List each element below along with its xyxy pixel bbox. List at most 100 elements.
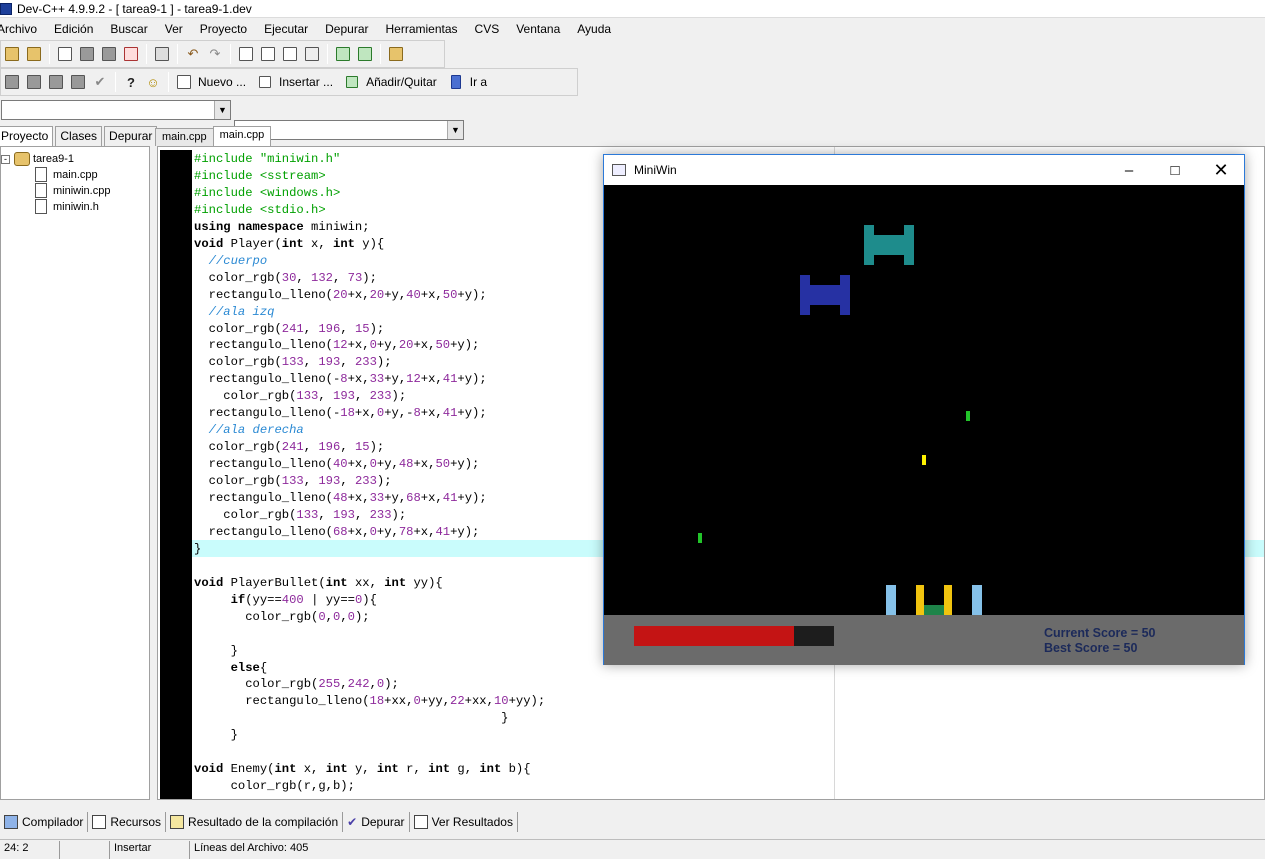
miniwin-window[interactable]: MiniWin – □ ✕ Current Score = 50 Best Sc… bbox=[603, 154, 1245, 665]
new-file-icon[interactable] bbox=[55, 44, 75, 64]
tab-main-cpp-active[interactable]: main.cpp bbox=[212, 126, 272, 146]
chevron-down-icon[interactable]: ▼ bbox=[214, 101, 230, 119]
tab-ver-resultados[interactable]: Ver Resultados bbox=[410, 812, 518, 832]
collapse-icon[interactable]: - bbox=[1, 154, 10, 164]
insertar-button[interactable]: Insertar ... bbox=[279, 75, 333, 89]
open-project-icon[interactable] bbox=[2, 44, 22, 64]
tab-recursos[interactable]: Recursos bbox=[88, 812, 167, 832]
redo-icon[interactable]: ↷ bbox=[205, 44, 225, 64]
enemy-blue-body bbox=[810, 285, 840, 305]
code-line: using namespace miniwin; bbox=[194, 219, 370, 234]
spacer bbox=[60, 840, 110, 859]
secondary-toolbar: ✔ ? ☺ Nuevo ... Insertar ... Añadir/Quit… bbox=[0, 68, 578, 96]
run-icon[interactable] bbox=[24, 72, 44, 92]
tab-resultado[interactable]: Resultado de la compilación bbox=[166, 812, 344, 832]
enemy-bullet bbox=[966, 411, 970, 421]
menu-proyecto[interactable]: Proyecto bbox=[200, 22, 247, 36]
current-score: Current Score = 50 bbox=[1044, 626, 1156, 640]
compiler-icon bbox=[4, 815, 18, 829]
best-score: Best Score = 50 bbox=[1044, 641, 1138, 655]
ir-a-button[interactable]: Ir a bbox=[470, 75, 487, 89]
code-line: color_rgb(133, 193, 233); bbox=[194, 474, 392, 489]
class-combo[interactable]: ▼ bbox=[1, 100, 231, 120]
code-line: color_rgb(30, 132, 73); bbox=[194, 270, 377, 285]
find-icon[interactable] bbox=[236, 44, 256, 64]
replace-icon[interactable] bbox=[258, 44, 278, 64]
tab-ver-resultados-label: Ver Resultados bbox=[431, 815, 513, 829]
menu-ver[interactable]: Ver bbox=[165, 22, 183, 36]
menu-ventana[interactable]: Ventana bbox=[516, 22, 560, 36]
tab-main-cpp[interactable]: main.cpp bbox=[155, 128, 214, 146]
tab-proyecto[interactable]: Proyecto bbox=[0, 126, 54, 146]
tree-root[interactable]: - tarea9-1 bbox=[1, 152, 74, 166]
editor-gutter bbox=[160, 150, 192, 799]
menu-depurar[interactable]: Depurar bbox=[325, 22, 368, 36]
maximize-icon[interactable]: □ bbox=[1152, 155, 1198, 185]
code-line: color_rgb(241, 196, 15); bbox=[194, 440, 385, 455]
tree-file[interactable]: miniwin.h bbox=[35, 199, 99, 214]
menu-bar: Archivo Edición Buscar Ver Proyecto Ejec… bbox=[0, 18, 1265, 40]
file-icon bbox=[35, 167, 47, 182]
project-options-icon[interactable] bbox=[386, 44, 406, 64]
code-line: rectangulo_lleno(-18+x,0+y,-8+x,41+y); bbox=[194, 406, 487, 421]
code-line: } bbox=[194, 728, 238, 743]
menu-cvs[interactable]: CVS bbox=[475, 22, 500, 36]
tree-file[interactable]: miniwin.cpp bbox=[35, 183, 110, 198]
tree-file[interactable]: main.cpp bbox=[35, 167, 98, 182]
code-line: //ala derecha bbox=[194, 423, 304, 438]
menu-edicion[interactable]: Edición bbox=[54, 22, 93, 36]
enemy-teal bbox=[864, 225, 874, 265]
game-canvas[interactable] bbox=[604, 185, 1244, 615]
add-to-project-icon[interactable] bbox=[333, 44, 353, 64]
tab-depurar[interactable]: Depurar bbox=[104, 126, 158, 146]
save-icon[interactable] bbox=[77, 44, 97, 64]
game-hud: Current Score = 50 Best Score = 50 bbox=[604, 615, 1244, 665]
about-smiley-icon[interactable]: ☺ bbox=[143, 72, 163, 92]
menu-ayuda[interactable]: Ayuda bbox=[577, 22, 611, 36]
code-line: //ala izq bbox=[194, 304, 275, 319]
code-line: else{ bbox=[230, 660, 268, 675]
menu-herramientas[interactable]: Herramientas bbox=[386, 22, 458, 36]
compile-icon[interactable] bbox=[2, 72, 22, 92]
compile-run-icon[interactable] bbox=[46, 72, 66, 92]
code-line: color_rgb(133, 193, 233); bbox=[194, 355, 392, 370]
undo-icon[interactable]: ↶ bbox=[183, 44, 203, 64]
code-line: #include "miniwin.h" bbox=[194, 152, 341, 166]
cursor-position: 24: 2 bbox=[0, 840, 60, 859]
devcpp-app-icon bbox=[0, 2, 12, 15]
tab-depurar-bottom[interactable]: ✔ Depurar bbox=[343, 812, 410, 832]
find-next-icon[interactable] bbox=[280, 44, 300, 64]
project-tree: - tarea9-1 main.cpp miniwin.cpp miniwin.… bbox=[0, 146, 150, 800]
save-all-icon[interactable] bbox=[99, 44, 119, 64]
project-icon bbox=[14, 152, 30, 166]
open-file-icon[interactable] bbox=[24, 44, 44, 64]
minimize-icon[interactable]: – bbox=[1106, 155, 1152, 185]
health-bar-fill bbox=[634, 626, 794, 646]
code-line: } bbox=[194, 711, 509, 726]
menu-ejecutar[interactable]: Ejecutar bbox=[264, 22, 308, 36]
check-icon[interactable]: ✔ bbox=[90, 72, 110, 92]
goto-icon bbox=[446, 72, 466, 92]
help-icon[interactable]: ? bbox=[121, 72, 141, 92]
tab-compilador[interactable]: Compilador bbox=[0, 812, 89, 832]
menu-buscar[interactable]: Buscar bbox=[110, 22, 147, 36]
remove-from-project-icon[interactable] bbox=[355, 44, 375, 64]
goto-line-icon[interactable] bbox=[302, 44, 322, 64]
anadir-quitar-button[interactable]: Añadir/Quitar bbox=[366, 75, 437, 89]
insert-icon bbox=[255, 72, 275, 92]
enemy-blue bbox=[800, 275, 810, 315]
code-line: //cuerpo bbox=[194, 253, 268, 268]
check-icon: ✔ bbox=[347, 815, 358, 829]
code-line: rectangulo_lleno(48+x,33+y,68+x,41+y); bbox=[194, 491, 487, 505]
add-remove-icon bbox=[342, 72, 362, 92]
close-file-icon[interactable] bbox=[121, 44, 141, 64]
miniwin-title-bar[interactable]: MiniWin – □ ✕ bbox=[604, 155, 1244, 185]
nuevo-button[interactable]: Nuevo ... bbox=[198, 75, 246, 89]
insert-mode: Insertar bbox=[110, 840, 190, 859]
rebuild-icon[interactable] bbox=[68, 72, 88, 92]
close-icon[interactable]: ✕ bbox=[1198, 155, 1244, 185]
print-icon[interactable] bbox=[152, 44, 172, 64]
tab-clases[interactable]: Clases bbox=[55, 126, 103, 146]
menu-archivo[interactable]: Archivo bbox=[0, 22, 37, 36]
code-line: color_rgb(r,g,b); bbox=[194, 779, 355, 794]
